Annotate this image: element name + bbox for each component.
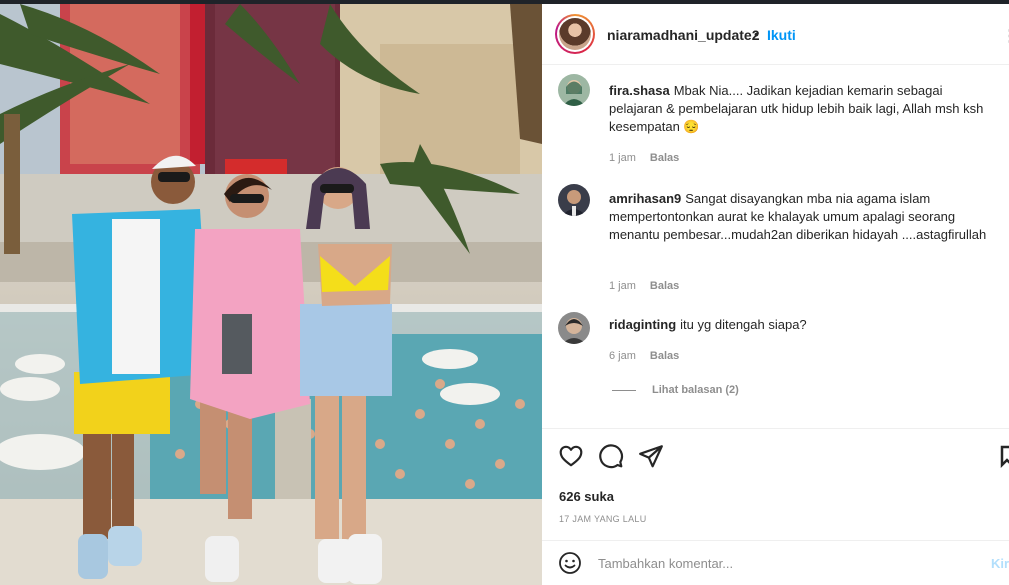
author-avatar[interactable] (555, 14, 595, 54)
comment-text: amrihasan9 Sangat disayangkan mba nia aga… (609, 190, 989, 244)
commenter-avatar[interactable] (558, 74, 590, 106)
share-icon[interactable] (638, 443, 664, 469)
comment-time: 6 jam (609, 350, 636, 362)
comment-username[interactable]: ridaginting (609, 317, 676, 332)
post-comment-button[interactable]: Kirim (991, 556, 1009, 571)
add-comment-bar: Kirim (542, 540, 1009, 585)
post-photo-illustration (0, 4, 542, 585)
post-header: niaramadhani_update2 • Ikuti ⋮ (542, 4, 1009, 65)
emoji-icon[interactable] (558, 551, 582, 575)
comment-content: itu yg ditengah siapa? (680, 317, 807, 332)
more-options-icon[interactable]: ⋮ (1002, 26, 1009, 46)
post-side-panel: niaramadhani_update2 • Ikuti ⋮ fira.shas… (542, 4, 1009, 585)
commenter-avatar[interactable] (558, 184, 590, 216)
comment-username[interactable]: fira.shasa (609, 83, 670, 98)
comment-meta: 6 jam Balas (609, 350, 693, 362)
comment-username[interactable]: amrihasan9 (609, 191, 681, 206)
post-timestamp: 17 JAM YANG LALU (559, 514, 647, 524)
comment-icon[interactable] (598, 443, 624, 469)
avatar-image (558, 312, 590, 344)
comment-text: fira.shasa Mbak Nia.... Jadikan kejadian … (609, 82, 989, 136)
bookmark-icon[interactable] (1000, 443, 1009, 469)
avatar-image (558, 74, 590, 106)
reply-button[interactable]: Balas (650, 280, 679, 292)
comment-time: 1 jam (609, 152, 636, 164)
heart-icon[interactable] (558, 443, 584, 469)
reply-button[interactable]: Balas (650, 350, 679, 362)
likes-count[interactable]: 626 suka (559, 489, 614, 504)
post-photo[interactable] (0, 4, 542, 585)
reply-button[interactable]: Balas (650, 152, 679, 164)
comment-meta: 1 jam Balas (609, 280, 693, 292)
comment-text: ridaginting itu yg ditengah siapa? (609, 316, 989, 334)
view-replies-button[interactable]: Lihat balasan (2) (612, 384, 739, 396)
follow-button[interactable]: Ikuti (767, 27, 796, 43)
comments-list[interactable]: fira.shasa Mbak Nia.... Jadikan kejadian … (542, 66, 1009, 428)
commenter-avatar[interactable] (558, 312, 590, 344)
post-actions: 626 suka 17 JAM YANG LALU (542, 428, 1009, 540)
comment-input[interactable] (598, 551, 978, 575)
author-username[interactable]: niaramadhani_update2 (607, 27, 760, 43)
replies-divider-line (612, 389, 636, 391)
view-replies-label: Lihat balasan (2) (652, 384, 739, 396)
separator-dot: • (754, 26, 759, 42)
comment-meta: 1 jam Balas (609, 152, 693, 164)
comment-time: 1 jam (609, 280, 636, 292)
avatar-image (558, 184, 590, 216)
